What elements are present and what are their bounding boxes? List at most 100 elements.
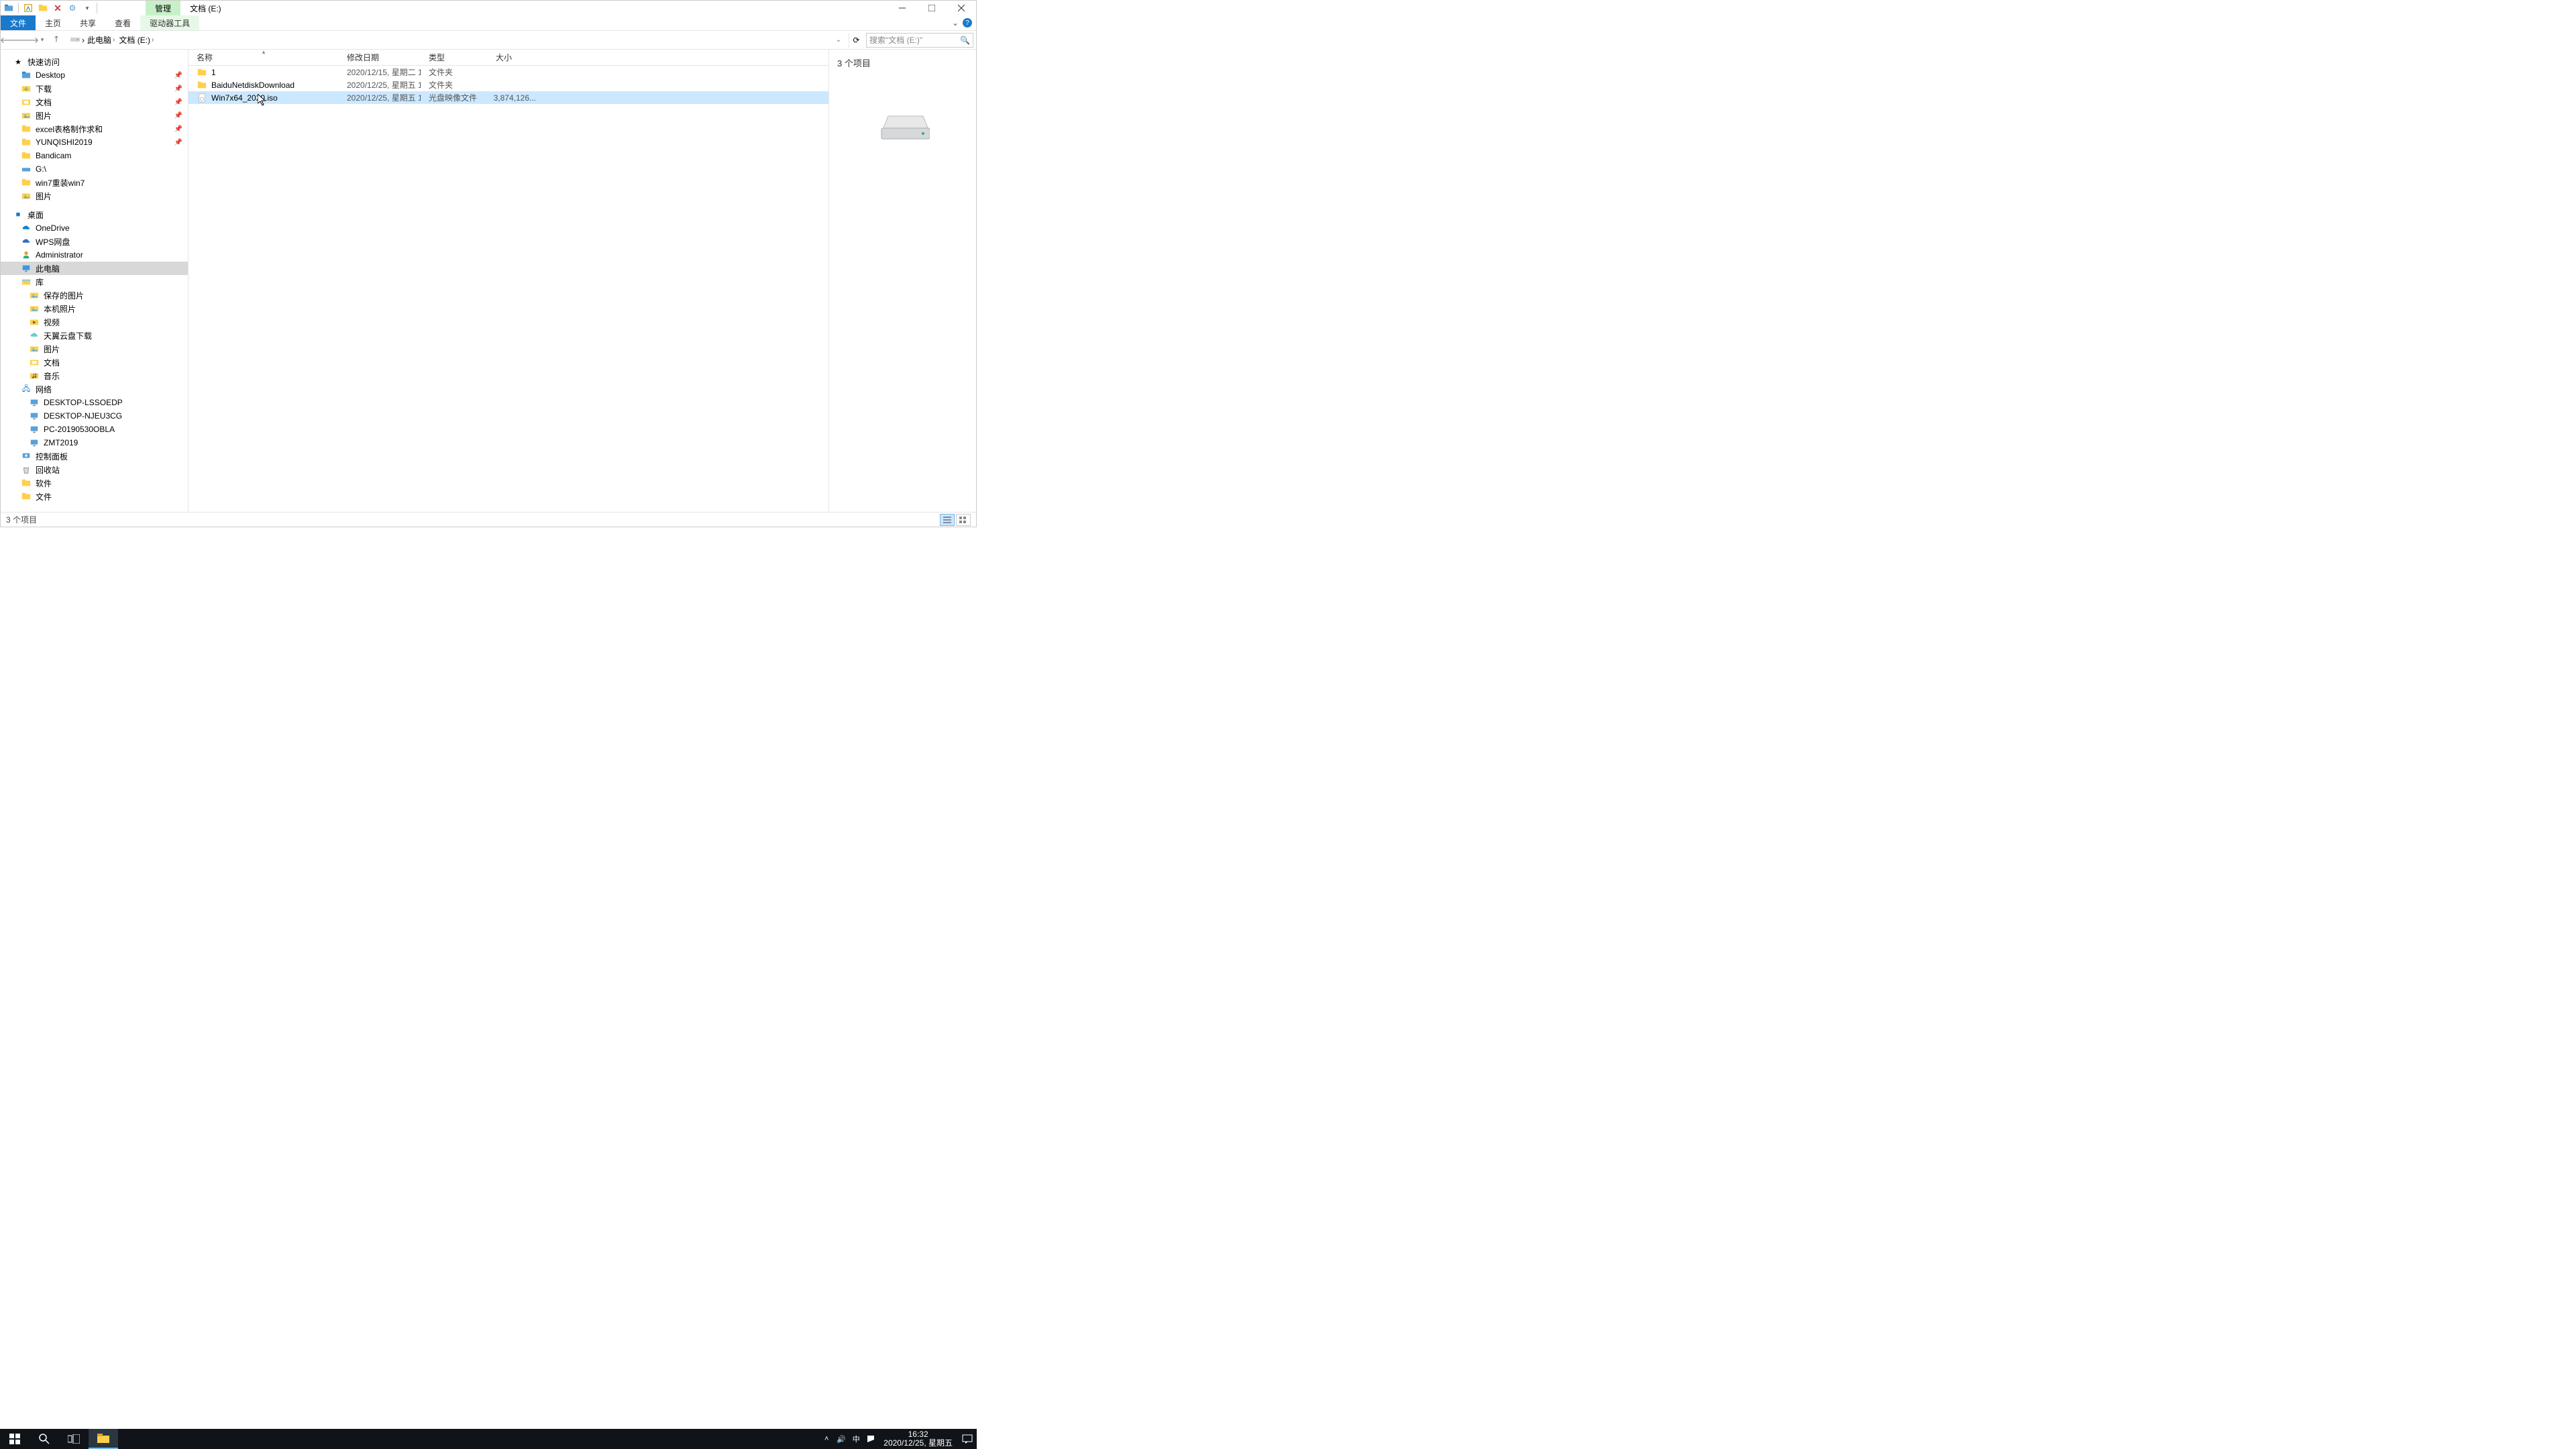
ribbon-context-tab[interactable]: 管理 [146,1,180,15]
address-bar: 🡐 🡒 ▾ 🡑 › 此电脑› 文档 (E:)› ⌄ ⟳ 搜索"文档 (E:)" … [1,31,976,50]
qat-properties-icon[interactable] [21,1,35,15]
file-row[interactable]: 12020/12/15, 星期二 1...文件夹 [189,66,828,78]
tree-item[interactable]: PC-20190530OBLA [1,423,188,436]
close-button[interactable] [947,1,976,15]
start-button[interactable] [0,1429,30,1449]
wps-icon [21,236,32,247]
tree-item[interactable]: 软件 [1,476,188,490]
taskbar[interactable]: ˄ 🔊 中 16:32 2020/12/25, 星期五 [0,1429,977,1449]
nav-recent-dropdown[interactable]: ▾ [38,33,46,48]
address-dropdown[interactable]: ⌄ [831,33,846,48]
tree-item[interactable]: 音乐 [1,369,188,382]
crumb-drive[interactable]: 文档 (E:)› [117,34,155,46]
tree-item[interactable]: 文件 [1,490,188,503]
file-row[interactable]: BaiduNetdiskDownload2020/12/25, 星期五 1...… [189,78,828,91]
tree-item[interactable]: win7重装win7 [1,176,188,189]
tree-item[interactable]: 文档📌 [1,95,188,109]
refresh-button[interactable]: ⟳ [849,33,863,48]
maximize-button[interactable] [917,1,947,15]
tree-item[interactable]: 回收站 [1,463,188,476]
tree-item[interactable]: 本机照片 [1,302,188,315]
security-icon[interactable] [863,1429,878,1449]
col-name[interactable]: 名称▴ [189,50,339,65]
tree-item[interactable]: 控制面板 [1,449,188,463]
cpl-icon [21,451,32,462]
pin-icon: 📌 [174,139,182,146]
search-icon[interactable]: 🔍 [960,36,970,45]
tree-item[interactable]: ZMT2019 [1,436,188,449]
tree-item[interactable]: Bandicam [1,149,188,162]
nav-forward-button[interactable]: 🡒 [21,33,36,48]
tree-item[interactable]: 图片 [1,189,188,203]
tree-item[interactable]: 图片 [1,342,188,356]
file-size: 3,874,126... [488,93,541,103]
col-size[interactable]: 大小 [488,50,541,65]
tree-item[interactable]: 保存的图片 [1,288,188,302]
tree-network[interactable]: 🖧网络 [1,382,188,396]
tab-view[interactable]: 查看 [105,15,140,30]
view-details-button[interactable] [940,514,955,526]
help-icon[interactable]: ? [963,18,972,28]
tray-overflow-icon[interactable]: ˄ [819,1429,834,1449]
volume-icon[interactable]: 🔊 [834,1429,849,1449]
tab-file[interactable]: 文件 [1,15,36,30]
tree-item[interactable]: G:\ [1,162,188,176]
taskview-button[interactable] [59,1429,89,1449]
tab-home[interactable]: 主页 [36,15,70,30]
tree-label: 此电脑 [36,263,60,274]
tree-desktop[interactable]: ■桌面 [1,208,188,221]
details-pane: 3 个项目 [828,50,976,512]
tree-item[interactable]: 文档 [1,356,188,369]
tree-label: OneDrive [36,223,70,233]
chevron-icon[interactable]: › [152,36,154,44]
tree-item[interactable]: 图片📌 [1,109,188,122]
crumb-thispc[interactable]: 此电脑› [86,34,116,46]
chevron-icon[interactable]: › [82,36,85,45]
folder-icon [21,150,32,161]
nav-tree[interactable]: ★快速访问 Desktop📌下载📌文档📌图片📌excel表格制作求和📌YUNQI… [1,50,189,512]
search-button[interactable] [30,1429,59,1449]
file-row[interactable]: Win7x64_2020.iso2020/12/25, 星期五 1...光盘映像… [189,91,828,104]
minimize-button[interactable] [888,1,917,15]
tree-item[interactable]: YUNQISHI2019📌 [1,136,188,149]
col-type[interactable]: 类型 [421,50,488,65]
tree-item[interactable]: OneDrive [1,221,188,235]
tree-item[interactable]: 天翼云盘下载 [1,329,188,342]
qat-new-folder-icon[interactable] [36,1,50,15]
explorer-taskbar-button[interactable] [89,1429,118,1449]
app-icon[interactable] [2,1,15,15]
tab-drive-tools[interactable]: 驱动器工具 [140,15,199,30]
music-icon [29,370,40,381]
qat-dropdown-icon[interactable]: ▾ [80,1,94,15]
tab-share[interactable]: 共享 [70,15,105,30]
tree-quick-access[interactable]: ★快速访问 [1,55,188,68]
tree-item[interactable]: 此电脑 [1,262,188,275]
file-rows[interactable]: 12020/12/15, 星期二 1...文件夹BaiduNetdiskDown… [189,66,828,512]
tree-item[interactable]: 库 [1,275,188,288]
view-icons-button[interactable] [956,514,971,526]
breadcrumb-bar[interactable]: › 此电脑› 文档 (E:)› [66,33,828,48]
qat-delete-icon[interactable]: ✕ [51,1,64,15]
ribbon-collapse-icon[interactable]: ⌄ [952,18,959,28]
action-center-icon[interactable] [958,1429,977,1449]
tree-label: G:\ [36,164,46,174]
taskbar-clock[interactable]: 16:32 2020/12/25, 星期五 [878,1430,958,1448]
nav-back-button[interactable]: 🡐 [3,33,18,48]
search-input[interactable]: 搜索"文档 (E:)" 🔍 [866,33,973,48]
tree-item[interactable]: 下载📌 [1,82,188,95]
tree-item[interactable]: excel表格制作求和📌 [1,122,188,136]
ime-icon[interactable]: 中 [849,1429,863,1449]
qat-settings-icon[interactable]: ⚙ [66,1,79,15]
tree-item[interactable]: DESKTOP-NJEU3CG [1,409,188,423]
crumb-label: 此电脑 [87,34,111,46]
tree-item[interactable]: 视频 [1,315,188,329]
tree-item[interactable]: DESKTOP-LSSOEDP [1,396,188,409]
tree-item[interactable]: Administrator [1,248,188,262]
tree-item[interactable]: Desktop📌 [1,68,188,82]
tree-item[interactable]: WPS网盘 [1,235,188,248]
tree-label: 下载 [36,83,52,95]
nav-up-button[interactable]: 🡑 [49,33,64,48]
chevron-icon[interactable]: › [113,36,115,44]
col-date[interactable]: 修改日期 [339,50,421,65]
file-date: 2020/12/15, 星期二 1... [339,66,421,78]
